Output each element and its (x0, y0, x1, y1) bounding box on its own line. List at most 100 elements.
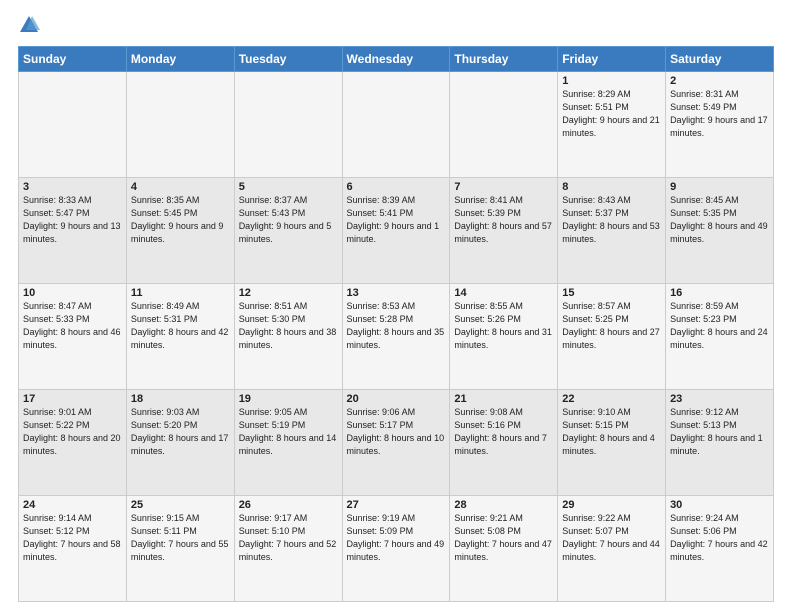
day-cell: 16Sunrise: 8:59 AM Sunset: 5:23 PM Dayli… (666, 284, 774, 390)
day-cell: 13Sunrise: 8:53 AM Sunset: 5:28 PM Dayli… (342, 284, 450, 390)
day-cell: 19Sunrise: 9:05 AM Sunset: 5:19 PM Dayli… (234, 390, 342, 496)
day-number: 14 (454, 287, 553, 299)
day-info: Sunrise: 8:43 AM Sunset: 5:37 PM Dayligh… (562, 194, 661, 246)
day-info: Sunrise: 8:49 AM Sunset: 5:31 PM Dayligh… (131, 300, 230, 352)
week-row-0: 1Sunrise: 8:29 AM Sunset: 5:51 PM Daylig… (19, 72, 774, 178)
day-number: 23 (670, 393, 769, 405)
day-number: 6 (347, 181, 446, 193)
day-cell (234, 72, 342, 178)
day-number: 28 (454, 499, 553, 511)
day-cell: 9Sunrise: 8:45 AM Sunset: 5:35 PM Daylig… (666, 178, 774, 284)
day-info: Sunrise: 8:37 AM Sunset: 5:43 PM Dayligh… (239, 194, 338, 246)
week-row-3: 17Sunrise: 9:01 AM Sunset: 5:22 PM Dayli… (19, 390, 774, 496)
day-cell: 24Sunrise: 9:14 AM Sunset: 5:12 PM Dayli… (19, 496, 127, 602)
day-cell: 5Sunrise: 8:37 AM Sunset: 5:43 PM Daylig… (234, 178, 342, 284)
day-number: 10 (23, 287, 122, 299)
day-number: 12 (239, 287, 338, 299)
day-number: 15 (562, 287, 661, 299)
day-cell (19, 72, 127, 178)
day-number: 18 (131, 393, 230, 405)
day-info: Sunrise: 9:17 AM Sunset: 5:10 PM Dayligh… (239, 512, 338, 564)
day-cell: 10Sunrise: 8:47 AM Sunset: 5:33 PM Dayli… (19, 284, 127, 390)
week-row-1: 3Sunrise: 8:33 AM Sunset: 5:47 PM Daylig… (19, 178, 774, 284)
day-cell: 7Sunrise: 8:41 AM Sunset: 5:39 PM Daylig… (450, 178, 558, 284)
page: SundayMondayTuesdayWednesdayThursdayFrid… (0, 0, 792, 612)
day-cell: 17Sunrise: 9:01 AM Sunset: 5:22 PM Dayli… (19, 390, 127, 496)
day-cell: 30Sunrise: 9:24 AM Sunset: 5:06 PM Dayli… (666, 496, 774, 602)
day-number: 30 (670, 499, 769, 511)
day-cell: 14Sunrise: 8:55 AM Sunset: 5:26 PM Dayli… (450, 284, 558, 390)
day-info: Sunrise: 8:41 AM Sunset: 5:39 PM Dayligh… (454, 194, 553, 246)
day-cell: 18Sunrise: 9:03 AM Sunset: 5:20 PM Dayli… (126, 390, 234, 496)
day-number: 22 (562, 393, 661, 405)
day-number: 9 (670, 181, 769, 193)
day-number: 3 (23, 181, 122, 193)
day-info: Sunrise: 9:22 AM Sunset: 5:07 PM Dayligh… (562, 512, 661, 564)
day-cell: 3Sunrise: 8:33 AM Sunset: 5:47 PM Daylig… (19, 178, 127, 284)
day-info: Sunrise: 8:55 AM Sunset: 5:26 PM Dayligh… (454, 300, 553, 352)
day-cell: 1Sunrise: 8:29 AM Sunset: 5:51 PM Daylig… (558, 72, 666, 178)
header-day-monday: Monday (126, 47, 234, 72)
day-cell: 21Sunrise: 9:08 AM Sunset: 5:16 PM Dayli… (450, 390, 558, 496)
day-number: 24 (23, 499, 122, 511)
day-cell: 8Sunrise: 8:43 AM Sunset: 5:37 PM Daylig… (558, 178, 666, 284)
header-day-wednesday: Wednesday (342, 47, 450, 72)
day-info: Sunrise: 8:53 AM Sunset: 5:28 PM Dayligh… (347, 300, 446, 352)
day-info: Sunrise: 8:51 AM Sunset: 5:30 PM Dayligh… (239, 300, 338, 352)
header-day-saturday: Saturday (666, 47, 774, 72)
day-number: 20 (347, 393, 446, 405)
header-row: SundayMondayTuesdayWednesdayThursdayFrid… (19, 47, 774, 72)
day-info: Sunrise: 8:29 AM Sunset: 5:51 PM Dayligh… (562, 88, 661, 140)
day-cell (126, 72, 234, 178)
day-cell: 28Sunrise: 9:21 AM Sunset: 5:08 PM Dayli… (450, 496, 558, 602)
day-number: 5 (239, 181, 338, 193)
day-info: Sunrise: 8:35 AM Sunset: 5:45 PM Dayligh… (131, 194, 230, 246)
day-number: 13 (347, 287, 446, 299)
day-info: Sunrise: 8:33 AM Sunset: 5:47 PM Dayligh… (23, 194, 122, 246)
day-number: 11 (131, 287, 230, 299)
day-cell (450, 72, 558, 178)
calendar-table: SundayMondayTuesdayWednesdayThursdayFrid… (18, 46, 774, 602)
day-cell: 15Sunrise: 8:57 AM Sunset: 5:25 PM Dayli… (558, 284, 666, 390)
day-info: Sunrise: 9:14 AM Sunset: 5:12 PM Dayligh… (23, 512, 122, 564)
day-number: 29 (562, 499, 661, 511)
day-number: 16 (670, 287, 769, 299)
day-cell: 22Sunrise: 9:10 AM Sunset: 5:15 PM Dayli… (558, 390, 666, 496)
day-cell: 20Sunrise: 9:06 AM Sunset: 5:17 PM Dayli… (342, 390, 450, 496)
day-number: 2 (670, 75, 769, 87)
day-info: Sunrise: 9:06 AM Sunset: 5:17 PM Dayligh… (347, 406, 446, 458)
day-info: Sunrise: 9:21 AM Sunset: 5:08 PM Dayligh… (454, 512, 553, 564)
week-row-2: 10Sunrise: 8:47 AM Sunset: 5:33 PM Dayli… (19, 284, 774, 390)
day-cell: 4Sunrise: 8:35 AM Sunset: 5:45 PM Daylig… (126, 178, 234, 284)
day-cell: 29Sunrise: 9:22 AM Sunset: 5:07 PM Dayli… (558, 496, 666, 602)
day-number: 8 (562, 181, 661, 193)
day-number: 26 (239, 499, 338, 511)
day-info: Sunrise: 8:31 AM Sunset: 5:49 PM Dayligh… (670, 88, 769, 140)
header-day-thursday: Thursday (450, 47, 558, 72)
header (18, 14, 774, 36)
week-row-4: 24Sunrise: 9:14 AM Sunset: 5:12 PM Dayli… (19, 496, 774, 602)
day-info: Sunrise: 9:24 AM Sunset: 5:06 PM Dayligh… (670, 512, 769, 564)
day-number: 27 (347, 499, 446, 511)
day-number: 7 (454, 181, 553, 193)
logo-icon (18, 14, 40, 36)
header-day-friday: Friday (558, 47, 666, 72)
day-info: Sunrise: 8:45 AM Sunset: 5:35 PM Dayligh… (670, 194, 769, 246)
day-info: Sunrise: 9:19 AM Sunset: 5:09 PM Dayligh… (347, 512, 446, 564)
day-info: Sunrise: 9:10 AM Sunset: 5:15 PM Dayligh… (562, 406, 661, 458)
day-number: 17 (23, 393, 122, 405)
day-info: Sunrise: 8:59 AM Sunset: 5:23 PM Dayligh… (670, 300, 769, 352)
header-day-sunday: Sunday (19, 47, 127, 72)
day-number: 25 (131, 499, 230, 511)
day-number: 19 (239, 393, 338, 405)
day-info: Sunrise: 8:47 AM Sunset: 5:33 PM Dayligh… (23, 300, 122, 352)
day-cell: 11Sunrise: 8:49 AM Sunset: 5:31 PM Dayli… (126, 284, 234, 390)
day-number: 21 (454, 393, 553, 405)
logo (18, 14, 44, 36)
day-info: Sunrise: 8:39 AM Sunset: 5:41 PM Dayligh… (347, 194, 446, 246)
day-info: Sunrise: 9:03 AM Sunset: 5:20 PM Dayligh… (131, 406, 230, 458)
day-cell: 12Sunrise: 8:51 AM Sunset: 5:30 PM Dayli… (234, 284, 342, 390)
day-info: Sunrise: 8:57 AM Sunset: 5:25 PM Dayligh… (562, 300, 661, 352)
day-info: Sunrise: 9:05 AM Sunset: 5:19 PM Dayligh… (239, 406, 338, 458)
day-info: Sunrise: 9:15 AM Sunset: 5:11 PM Dayligh… (131, 512, 230, 564)
